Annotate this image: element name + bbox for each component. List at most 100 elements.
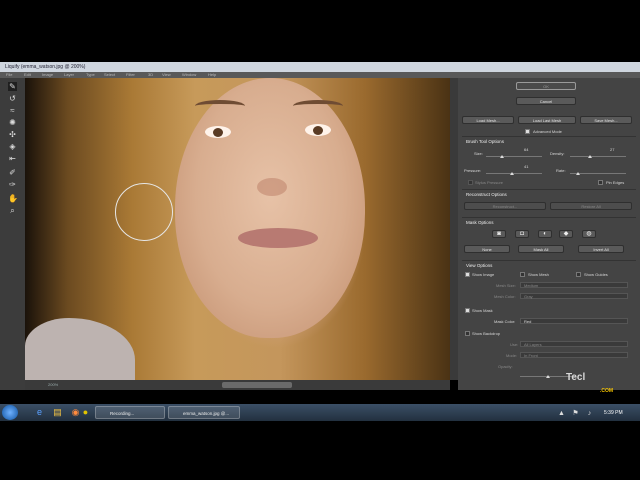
stylus-pressure-checkbox[interactable] (468, 180, 473, 185)
network-icon[interactable]: ▲ (556, 408, 567, 419)
size-value[interactable]: 64 (524, 147, 528, 152)
menu-help[interactable]: Help (208, 72, 216, 77)
pin-edges-checkbox[interactable] (598, 180, 603, 185)
pressure-label: Pressure: (464, 168, 482, 173)
scroll-thumb[interactable] (222, 382, 292, 388)
cancel-button[interactable]: Cancel (516, 97, 576, 105)
face-region (175, 78, 365, 338)
menu-3d[interactable]: 3D (148, 72, 153, 77)
density-slider-handle[interactable] (588, 155, 592, 158)
show-guides-checkbox[interactable] (576, 272, 581, 277)
mask-invert-icon[interactable]: ◍ (582, 230, 596, 238)
forward-warp-tool-icon[interactable]: ✎ (8, 82, 17, 91)
reconstruct-tool-icon[interactable]: ↺ (8, 94, 17, 103)
invert-all-button[interactable]: Invert All (578, 245, 624, 253)
menu-layer[interactable]: Layer (64, 72, 74, 77)
show-image-label: Show Image (472, 272, 495, 277)
mask-options-heading: Mask Options (466, 220, 494, 225)
mask-intersect-icon[interactable]: ◆ (559, 230, 573, 238)
size-slider-handle[interactable] (500, 155, 504, 158)
mask-add-icon[interactable]: ◘ (515, 230, 529, 238)
taskbar-photoshop[interactable]: emma_watson.jpg @... (168, 406, 240, 419)
density-slider[interactable] (570, 156, 626, 157)
mode-select[interactable]: In Front (520, 352, 628, 358)
bloat-tool-icon[interactable]: ◈ (8, 142, 17, 151)
show-backdrop-label: Show Backdrop (472, 331, 501, 336)
left-eyebrow (195, 100, 245, 112)
opacity-label: Opacity: (498, 364, 513, 369)
ok-button[interactable]: OK (516, 82, 576, 90)
zoom-level[interactable]: 200% (48, 382, 58, 387)
volume-icon[interactable]: ♪ (584, 408, 595, 419)
freeze-mask-tool-icon[interactable]: ✐ (8, 168, 17, 177)
divider (462, 189, 636, 190)
menu-window[interactable]: Window (182, 72, 196, 77)
mode-label: Mode: (506, 353, 518, 358)
menu-filter[interactable]: Filter (126, 72, 135, 77)
taskbar-recording[interactable]: Recording... (95, 406, 165, 419)
smooth-tool-icon[interactable]: ≈ (8, 106, 17, 115)
hand-tool-icon[interactable]: ✋ (8, 194, 18, 203)
show-image-checkbox[interactable] (465, 272, 470, 277)
load-mesh-button[interactable]: Load Mesh... (462, 116, 514, 124)
pressure-slider-handle[interactable] (510, 172, 514, 175)
pressure-slider[interactable] (486, 173, 542, 174)
liquify-toolbar: ✎ ↺ ≈ ✺ ✣ ◈ ⇤ ✐ ✑ ✋ ⌕ (0, 78, 26, 390)
zoom-tool-icon[interactable]: ⌕ (8, 206, 17, 215)
size-slider[interactable] (486, 156, 542, 157)
vertical-scrollbar[interactable] (450, 78, 458, 380)
reconstruct-options-heading: Reconstruct Options (466, 192, 507, 197)
show-mesh-checkbox[interactable] (520, 272, 525, 277)
mask-color-select[interactable]: Red (520, 318, 628, 324)
advanced-mode-label: Advanced Mode (533, 129, 562, 134)
use-select[interactable]: All Layers (520, 341, 628, 347)
pucker-tool-icon[interactable]: ✣ (8, 130, 17, 139)
watermark-sub: .COM (600, 388, 614, 394)
opacity-slider-handle[interactable] (546, 375, 550, 378)
mesh-size-select[interactable]: Medium (520, 282, 628, 288)
menu-file[interactable]: File (6, 72, 12, 77)
start-button-icon[interactable] (2, 405, 18, 420)
menu-edit[interactable]: Edit (24, 72, 31, 77)
preview-canvas[interactable] (25, 78, 450, 380)
ie-icon[interactable]: e (34, 407, 45, 418)
stylus-pressure-label: Stylus Pressure (475, 180, 504, 185)
twirl-tool-icon[interactable]: ✺ (8, 118, 17, 127)
chrome-icon[interactable]: ● (80, 407, 91, 418)
divider (462, 260, 636, 261)
menu-view[interactable]: View (162, 72, 171, 77)
mask-replace-icon[interactable]: ◙ (492, 230, 506, 238)
show-mask-checkbox[interactable] (465, 308, 470, 313)
push-left-tool-icon[interactable]: ⇤ (8, 154, 17, 163)
save-mesh-button[interactable]: Save Mesh... (580, 116, 632, 124)
rate-slider-handle[interactable] (576, 172, 580, 175)
divider (462, 136, 636, 137)
use-label: Use: (510, 342, 519, 347)
taskbar-clock[interactable]: 5:39 PM (604, 410, 623, 416)
mask-all-button[interactable]: Mask All (518, 245, 564, 253)
show-backdrop-checkbox[interactable] (465, 331, 470, 336)
thaw-mask-tool-icon[interactable]: ✑ (8, 180, 17, 189)
reconstruct-button[interactable]: Reconstruct... (464, 202, 546, 210)
restore-all-button[interactable]: Restore All (550, 202, 632, 210)
menu-select[interactable]: Select (104, 72, 115, 77)
menu-type[interactable]: Type (86, 72, 95, 77)
mask-color-label: Mask Color: (494, 319, 516, 324)
pressure-value[interactable]: 41 (524, 164, 528, 169)
explorer-icon[interactable]: ▤ (52, 407, 63, 418)
brush-tool-options-heading: Brush Tool Options (466, 139, 504, 144)
advanced-mode-checkbox[interactable] (525, 129, 530, 134)
window-titlebar: Liquify (emma_watson.jpg @ 200%) (0, 62, 640, 72)
show-mesh-label: Show Mesh (528, 272, 549, 277)
density-value[interactable]: 27 (610, 147, 614, 152)
menu-image[interactable]: Image (42, 72, 53, 77)
view-options-heading: View Options (466, 263, 493, 268)
mesh-color-select[interactable]: Gray (520, 293, 628, 299)
mask-subtract-icon[interactable]: ◐ (538, 230, 552, 238)
right-eye (305, 124, 331, 136)
load-last-mesh-button[interactable]: Load Last Mesh (518, 116, 576, 124)
nose (257, 178, 287, 196)
mask-none-button[interactable]: None (464, 245, 510, 253)
flag-icon[interactable]: ⚑ (570, 408, 581, 419)
density-label: Density: (550, 151, 565, 156)
